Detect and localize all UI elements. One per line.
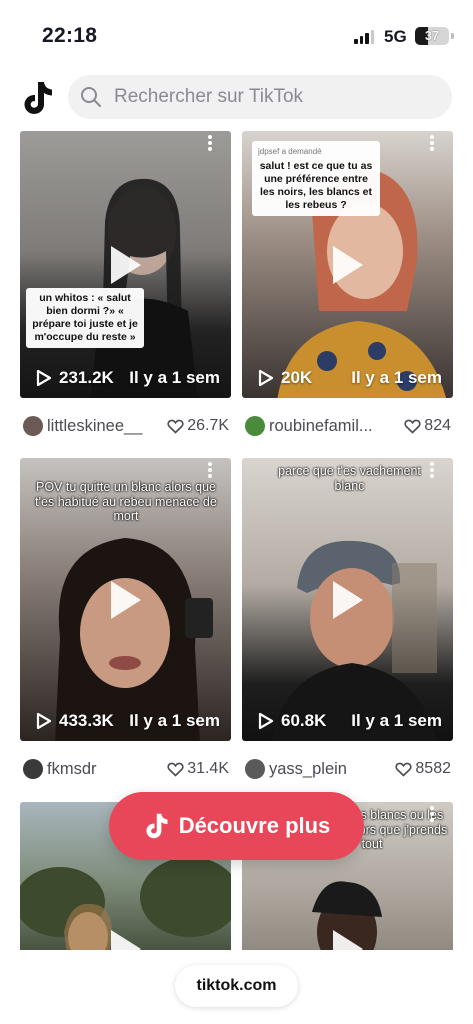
search-input[interactable]: [114, 75, 434, 119]
view-count-value: 20K: [281, 368, 313, 387]
avatar[interactable]: [23, 759, 43, 779]
video-thumbnail[interactable]: POV tu quitte un blanc alors que t'es ha…: [20, 458, 231, 741]
like-count-value: 8582: [415, 760, 451, 777]
battery-nub: [451, 33, 454, 39]
heart-icon: [167, 419, 184, 434]
discover-more-button[interactable]: Découvre plus: [109, 792, 364, 860]
avatar[interactable]: [245, 416, 265, 436]
more-options-icon[interactable]: [207, 462, 213, 478]
view-count-value: 60.8K: [281, 711, 327, 730]
play-icon: [332, 245, 363, 284]
more-options-icon[interactable]: [207, 135, 213, 151]
view-count: 60.8K: [258, 711, 326, 731]
like-count: 824: [404, 417, 451, 435]
post-age: Il y a 1 sem: [129, 368, 220, 387]
play-count-icon: [258, 712, 274, 730]
video-card[interactable]: un whitos : « salut bien dormi ?» « prép…: [20, 131, 231, 438]
play-icon: [110, 245, 141, 284]
video-caption-overlay: un whitos : « salut bien dormi ?» « prép…: [26, 288, 144, 348]
more-options-icon[interactable]: [429, 806, 435, 822]
status-bar: 22:18 5G 37: [0, 0, 473, 70]
like-count: 31.4K: [167, 760, 229, 778]
question-text: salut ! est ce que tu as une préférence …: [259, 160, 373, 211]
more-options-icon[interactable]: [429, 462, 435, 478]
view-count: 231.2K: [36, 368, 114, 388]
video-thumbnail[interactable]: jdpsef a demandé salut ! est ce que tu a…: [242, 131, 453, 398]
video-meta: roubinefamil... 824: [242, 412, 453, 438]
tiktok-logo-icon[interactable]: [20, 80, 54, 116]
video-meta: littleskinee__ 26.7K: [20, 412, 231, 438]
like-count-value: 824: [424, 417, 451, 434]
post-age: Il y a 1 sem: [129, 711, 220, 730]
username[interactable]: littleskinee__: [47, 417, 142, 436]
video-card[interactable]: parce que t'es vachement blanc 60.8K Il …: [242, 458, 453, 781]
question-header: jdpsef a demandé: [258, 147, 322, 156]
search-icon: [81, 87, 101, 107]
view-count-value: 433.3K: [59, 711, 114, 730]
play-count-icon: [258, 369, 274, 387]
status-time: 22:18: [42, 24, 98, 47]
tiktok-logo-icon: [146, 813, 168, 839]
username[interactable]: fkmsdr: [47, 760, 97, 779]
search-box[interactable]: [68, 75, 452, 119]
view-count: 20K: [258, 368, 312, 388]
play-count-icon: [36, 369, 52, 387]
avatar[interactable]: [245, 759, 265, 779]
like-count-value: 31.4K: [187, 760, 229, 777]
video-meta: yass_plein 8582: [242, 755, 453, 781]
play-icon: [110, 580, 141, 619]
video-card[interactable]: jdpsef a demandé salut ! est ce que tu a…: [242, 131, 453, 438]
play-icon: [332, 580, 363, 619]
network-label: 5G: [384, 27, 407, 46]
heart-icon: [167, 762, 184, 777]
video-caption-overlay: POV tu quitte un blanc alors que t'es ha…: [35, 480, 217, 523]
signal-icon: [354, 29, 374, 44]
username[interactable]: roubinefamil...: [269, 417, 373, 436]
video-thumbnail[interactable]: parce que t'es vachement blanc 60.8K Il …: [242, 458, 453, 741]
like-count: 26.7K: [167, 417, 229, 435]
video-thumbnail[interactable]: un whitos : « salut bien dormi ?» « prép…: [20, 131, 231, 398]
header: [0, 70, 473, 126]
video-meta: fkmsdr 31.4K: [20, 755, 231, 781]
username[interactable]: yass_plein: [269, 760, 347, 779]
heart-icon: [395, 762, 412, 777]
battery-icon: 37: [415, 27, 449, 45]
post-age: Il y a 1 sem: [351, 368, 442, 387]
battery-level: 37: [425, 29, 439, 43]
play-count-icon: [36, 712, 52, 730]
avatar[interactable]: [23, 416, 43, 436]
more-options-icon[interactable]: [429, 135, 435, 151]
question-overlay: jdpsef a demandé salut ! est ce que tu a…: [252, 141, 380, 216]
video-card[interactable]: POV tu quitte un blanc alors que t'es ha…: [20, 458, 231, 781]
view-count: 433.3K: [36, 711, 114, 731]
url-bar[interactable]: tiktok.com: [175, 965, 298, 1007]
post-age: Il y a 1 sem: [351, 711, 442, 730]
view-count-value: 231.2K: [59, 368, 114, 387]
like-count: 8582: [395, 760, 451, 778]
heart-icon: [404, 419, 421, 434]
video-caption-overlay: parce que t'es vachement blanc: [278, 464, 421, 493]
discover-more-label: Découvre plus: [178, 813, 331, 838]
like-count-value: 26.7K: [187, 417, 229, 434]
